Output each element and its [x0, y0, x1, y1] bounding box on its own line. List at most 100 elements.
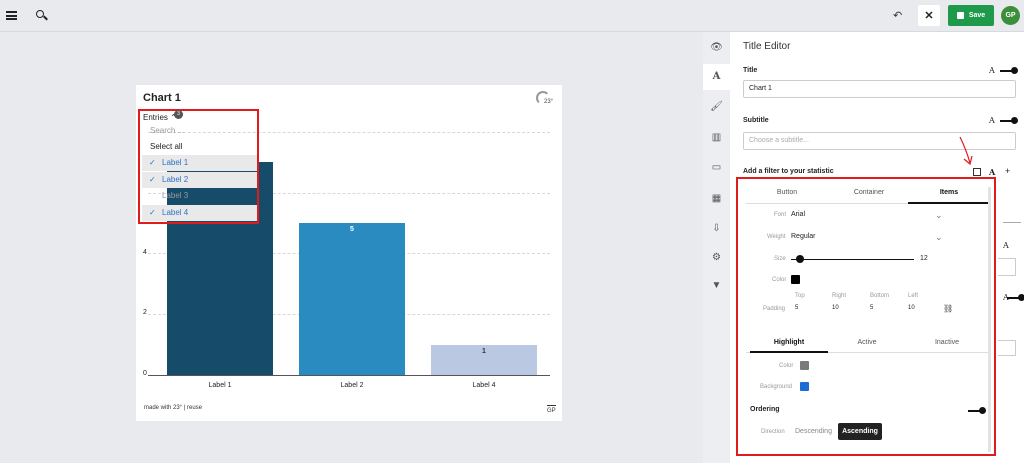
top-bar: ↶ ✕ Save GP [0, 0, 1024, 32]
save-label: Save [968, 12, 986, 19]
chevron-down-icon[interactable]: ⌄ [935, 232, 943, 243]
state-tab-inactive[interactable]: Inactive [908, 339, 986, 346]
dropdown-item[interactable]: Label 3 [142, 188, 257, 204]
partial-toggle [1007, 294, 1024, 301]
state-tab-underline [750, 351, 828, 353]
comment-icon[interactable]: ▭ [710, 161, 723, 174]
side-toolbar: 👁 A 🖌 ▥ ▭ ▦ ⇩ ⚙ ▼ [703, 32, 730, 463]
padding-input[interactable]: 5 [870, 305, 873, 311]
size-label: Size [774, 256, 786, 262]
hl-bg-label: Background [760, 384, 793, 390]
subtitle-label: Subtitle [743, 117, 769, 124]
dropdown-item[interactable]: ✓ Label 4 [142, 204, 257, 221]
state-tab-active[interactable]: Active [828, 339, 906, 346]
eye-icon[interactable]: 👁 [710, 41, 723, 54]
brush-icon[interactable]: 🖌 [710, 100, 723, 113]
avatar[interactable]: GP [1001, 6, 1020, 25]
padding-input[interactable]: 10 [908, 305, 915, 311]
subtitle-toggle[interactable] [1000, 117, 1018, 124]
ascending-option[interactable]: Ascending [838, 423, 882, 440]
grid-icon[interactable]: ▦ [710, 192, 723, 205]
chart-title: Chart 1 [143, 92, 181, 104]
link-icon[interactable]: ⛓ [943, 304, 953, 313]
font-value[interactable]: Arial [791, 211, 805, 218]
hl-color-label: Color [779, 363, 794, 369]
state-tab-highlight[interactable]: Highlight [750, 339, 828, 346]
bar-label-2[interactable]: 5 [299, 223, 405, 375]
text-icon[interactable]: A [710, 70, 723, 83]
filter-label: Add a filter to your statistic [743, 168, 834, 175]
data-label: 1 [482, 347, 486, 355]
x-tick-label: Label 4 [472, 382, 496, 389]
ordering-label: Ordering [750, 406, 780, 413]
font-color-swatch[interactable] [791, 275, 800, 284]
dropdown-item-label: Label 1 [162, 158, 189, 167]
check-icon: ✓ [149, 207, 156, 217]
size-slider[interactable] [791, 259, 914, 260]
font-icon[interactable]: A [989, 167, 995, 177]
direction-label: Direction [761, 429, 785, 435]
check-icon: ✓ [149, 158, 156, 167]
padding-input[interactable]: 10 [832, 305, 839, 311]
partial-input [998, 258, 1016, 276]
descending-option[interactable]: Descending [795, 428, 832, 435]
weight-value[interactable]: Regular [791, 233, 816, 240]
logo-text: 23° [544, 99, 554, 105]
dropdown-badge: 3 [174, 110, 183, 119]
tab-container[interactable]: Container [828, 189, 910, 196]
font-icon[interactable]: A [989, 116, 995, 125]
padding-head: Left [908, 293, 919, 299]
filter-icon[interactable] [973, 168, 981, 176]
tab-items[interactable]: Items [908, 189, 990, 196]
partial-input [998, 340, 1016, 356]
title-input[interactable]: Chart 1 [743, 80, 1016, 98]
color-label: Color [772, 277, 787, 283]
y-tick-label: 4 [143, 248, 147, 256]
partial-toggle [1003, 222, 1021, 223]
x-tick-label: Label 2 [340, 382, 364, 389]
dropdown-search[interactable]: Search ... [142, 123, 257, 139]
footer-right: GP [547, 405, 556, 414]
padding-head: Top [795, 293, 805, 299]
title-label: Title [743, 67, 758, 74]
save-button[interactable]: Save [948, 5, 994, 26]
bar-chart-icon[interactable]: ▥ [710, 131, 723, 144]
size-slider-knob[interactable] [795, 255, 804, 263]
highlight-color-swatch[interactable] [800, 361, 809, 370]
settings-icon[interactable]: ⚙ [710, 251, 723, 264]
add-icon[interactable]: + [1005, 166, 1010, 176]
format-icon[interactable]: ▼ [710, 279, 723, 292]
select-all-item[interactable]: Select all [142, 139, 257, 155]
entries-dropdown[interactable]: Entries ⌃ 3 Search ... Select all ✓ Label… [138, 109, 259, 224]
tab-button[interactable]: Button [746, 189, 828, 196]
x-tick-label: Label 1 [208, 382, 232, 389]
highlight-bg-swatch[interactable] [800, 382, 809, 391]
footer-text: made with 23° | reuse [144, 405, 202, 411]
dropdown-item[interactable]: ✓ Label 2 [142, 171, 257, 188]
close-button[interactable]: ✕ [918, 5, 940, 26]
export-icon[interactable]: ⇩ [710, 222, 723, 235]
menu-icon[interactable] [6, 11, 17, 20]
dropdown-item-label: Label 3 [162, 191, 189, 200]
dropdown-item-label: Label 4 [162, 207, 189, 217]
dropdown-item[interactable]: ✓ Label 1 [142, 155, 257, 171]
check-icon: ✓ [149, 174, 156, 184]
y-tick-label: 0 [143, 370, 147, 377]
dropdown-label[interactable]: Entries ⌃ [143, 113, 177, 122]
x-axis-line [148, 375, 550, 376]
padding-head: Right [832, 293, 847, 299]
title-toggle[interactable] [1000, 67, 1018, 74]
filter-editor-box: Button Container Items Font Arial ⌄ Weight… [736, 177, 996, 456]
ordering-toggle[interactable] [968, 407, 986, 414]
undo-icon[interactable]: ↶ [893, 9, 902, 22]
bar-label-4[interactable]: 1 [431, 344, 537, 375]
partial-font-icon: A [1003, 241, 1009, 250]
dropdown-item-label: Label 2 [162, 174, 189, 184]
padding-head: Bottom [870, 293, 890, 299]
font-label: Font [774, 212, 787, 218]
scrollbar[interactable] [988, 187, 991, 452]
chevron-down-icon[interactable]: ⌄ [935, 210, 943, 221]
font-icon[interactable]: A [989, 66, 995, 75]
size-value: 12 [920, 255, 928, 262]
padding-input[interactable]: 5 [795, 305, 798, 311]
